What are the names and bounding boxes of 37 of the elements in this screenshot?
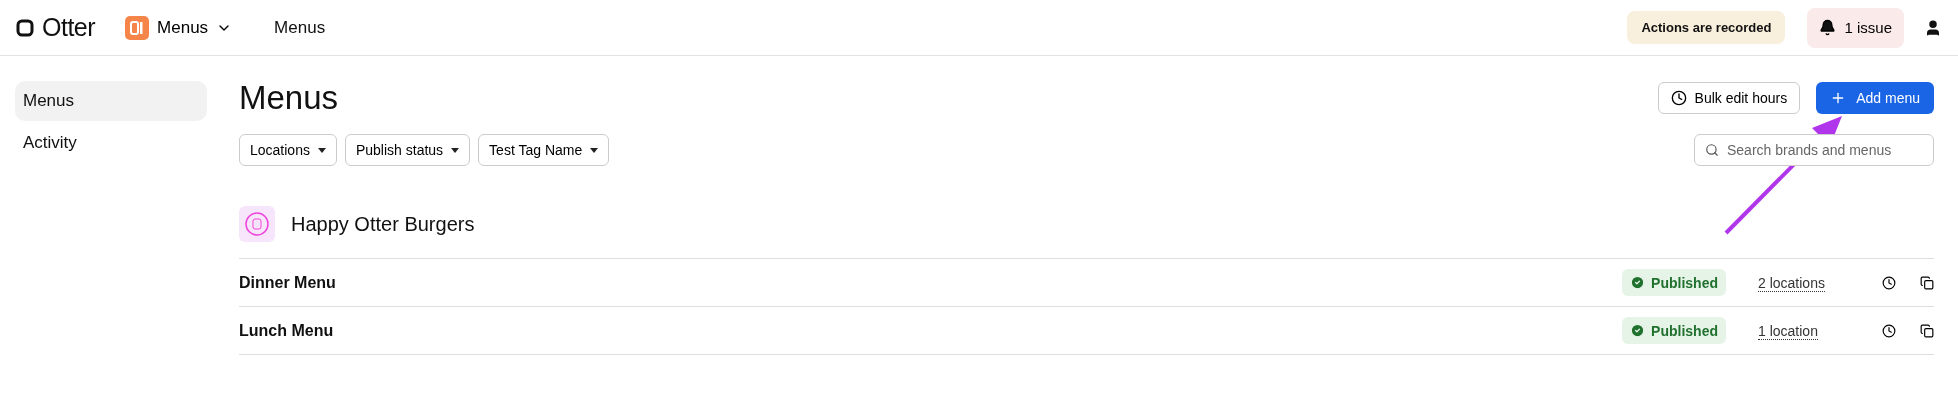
- locations-link[interactable]: 1 location: [1758, 322, 1876, 339]
- add-menu-button[interactable]: Add menu: [1816, 82, 1934, 114]
- menu-name[interactable]: Lunch Menu: [239, 321, 334, 340]
- caret-icon: [590, 147, 599, 153]
- bell-icon: [1819, 19, 1837, 36]
- copy-button[interactable]: [1920, 275, 1934, 290]
- menu-name[interactable]: Dinner Menu: [239, 273, 336, 292]
- sidebar-item[interactable]: Activity: [15, 123, 207, 163]
- filter-dropdown[interactable]: Test Tag Name: [478, 134, 610, 166]
- status-badge: Published: [1622, 269, 1726, 296]
- page-title: Menus: [239, 79, 339, 117]
- hours-button[interactable]: [1882, 323, 1896, 338]
- copy-button[interactable]: [1920, 323, 1934, 338]
- search-icon: [1705, 143, 1719, 157]
- filter-dropdown[interactable]: Locations: [239, 134, 337, 166]
- app-switcher[interactable]: Menus: [125, 15, 233, 40]
- brand-name: Otter: [42, 13, 96, 42]
- locations-link[interactable]: 2 locations: [1758, 274, 1876, 291]
- issues-button[interactable]: 1 issue: [1807, 7, 1904, 48]
- brand-logo: [239, 206, 275, 242]
- status-badge: Published: [1622, 317, 1726, 344]
- caret-icon: [317, 147, 326, 153]
- notice-badge: Actions are recorded: [1627, 11, 1786, 44]
- brand-title: Happy Otter Burgers: [291, 212, 475, 236]
- app-icon: [125, 15, 150, 40]
- bulk-edit-button[interactable]: Bulk edit hours: [1657, 82, 1801, 114]
- check-icon: [1630, 275, 1646, 290]
- search-field[interactable]: Search brands and menus: [1694, 134, 1934, 166]
- caret-icon: [451, 147, 460, 153]
- otter-logo-icon: [16, 18, 34, 37]
- hours-button[interactable]: [1882, 275, 1896, 290]
- clock-icon: [1670, 90, 1687, 106]
- breadcrumb: Menus: [274, 17, 326, 38]
- check-icon: [1630, 323, 1646, 338]
- filter-dropdown[interactable]: Publish status: [344, 134, 471, 166]
- sidebar-item[interactable]: Menus: [15, 81, 207, 121]
- user-icon[interactable]: [1924, 18, 1942, 37]
